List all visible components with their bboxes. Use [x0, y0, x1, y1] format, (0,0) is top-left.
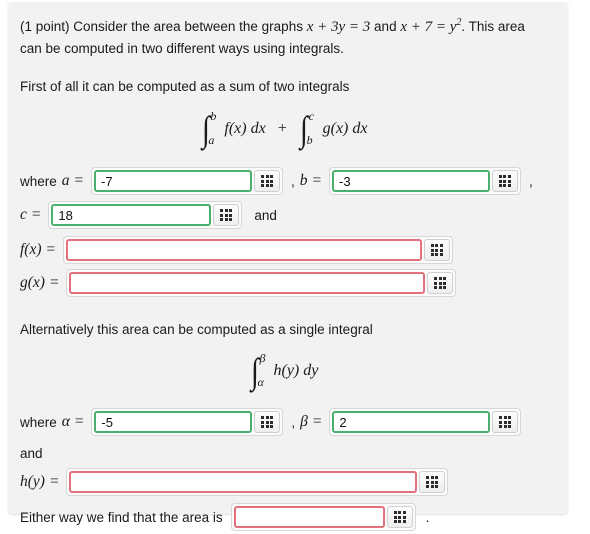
integral-single-integrand: h(y) dy	[273, 362, 319, 379]
answer-group-b[interactable]	[328, 167, 521, 195]
graph-equation-2-base: x + 7 = y	[400, 19, 457, 35]
keypad-icon	[220, 209, 233, 221]
and-label-c: and	[254, 207, 277, 223]
comma-after-b: ,	[528, 173, 533, 189]
keypad-button-fx[interactable]	[423, 239, 450, 261]
comma-after-alpha: ,	[291, 414, 296, 430]
final-text: Either way we find that the area is	[20, 509, 223, 525]
label-a: a	[61, 172, 70, 189]
comma-after-a: ,	[291, 173, 295, 189]
integral-first-integrand: f(x) dx	[224, 120, 266, 137]
integral-single: ∫ β α h(y) dy	[250, 351, 319, 389]
screenshot-root: (1 point) Consider the area between the …	[0, 0, 590, 534]
answer-group-fx[interactable]	[62, 236, 453, 264]
graph-equation-2: x + 7 = y2	[400, 17, 461, 35]
integral-first: ∫ b a f(x) dx	[201, 109, 266, 147]
equals-fx: =	[45, 241, 56, 258]
where-label-alpha: where	[20, 414, 57, 430]
equals-b: =	[311, 172, 322, 189]
keypad-icon	[434, 277, 447, 289]
input-beta[interactable]	[332, 411, 491, 433]
row-gx: g(x) =	[20, 269, 558, 297]
label-c: c	[20, 206, 27, 223]
input-a[interactable]	[94, 170, 252, 192]
integral-second-lower: b	[306, 133, 313, 147]
row-hy: h(y) =	[20, 468, 558, 496]
equals-alpha: =	[73, 413, 85, 430]
keypad-icon	[499, 416, 512, 428]
answer-group-area[interactable]	[230, 503, 416, 531]
input-alpha[interactable]	[94, 411, 253, 433]
keypad-icon	[261, 175, 273, 187]
integral-sum-expression: ∫ b a f(x) dx + ∫ c b g(x) dx	[10, 109, 558, 147]
label-alpha: α	[61, 413, 70, 430]
integral-second-upper: c	[308, 109, 314, 123]
keypad-button-beta[interactable]	[492, 411, 519, 433]
label-hy: h(y)	[20, 473, 45, 490]
keypad-button-b[interactable]	[491, 170, 518, 192]
equals-gx: =	[48, 274, 60, 291]
integral-plus-operator: +	[277, 120, 287, 137]
label-b: b	[299, 172, 308, 189]
intro-and: and	[374, 19, 397, 34]
input-b[interactable]	[331, 170, 490, 192]
integral-single-expression: ∫ β α h(y) dy	[10, 351, 558, 389]
problem-statement: (1 point) Consider the area between the …	[20, 12, 540, 59]
answer-group-a[interactable]	[91, 167, 283, 195]
label-beta: β	[300, 413, 308, 430]
answer-group-gx[interactable]	[66, 269, 457, 297]
keypad-icon	[430, 244, 443, 256]
graph-equation-1: x + 3y = 3	[306, 19, 371, 35]
period-after-area: .	[425, 509, 430, 525]
equals-beta: =	[311, 413, 323, 430]
row-fx: f(x) =	[20, 236, 558, 264]
input-fx[interactable]	[65, 239, 422, 261]
problem-content: (1 point) Consider the area between the …	[20, 12, 558, 531]
keypad-icon	[426, 476, 439, 488]
keypad-button-gx[interactable]	[427, 272, 454, 294]
integral-second: ∫ c b g(x) dx	[299, 109, 368, 147]
integral-single-limits: βα	[257, 351, 270, 389]
row-area: Either way we find that the area is .	[20, 503, 558, 531]
label-gx: g(x)	[20, 274, 45, 291]
answer-group-alpha[interactable]	[91, 408, 284, 436]
integral-single-lower: α	[257, 375, 264, 389]
keypad-icon	[261, 416, 274, 428]
integral-second-limits: cb	[306, 109, 319, 147]
answer-group-hy[interactable]	[66, 468, 449, 496]
points-label: (1 point)	[20, 19, 70, 34]
single-integral-text: Alternatively this area can be computed …	[20, 322, 373, 337]
keypad-icon	[393, 511, 406, 523]
equals-a: =	[73, 172, 84, 189]
row-a-b: where a = , b = ,	[20, 167, 558, 195]
keypad-button-hy[interactable]	[419, 471, 446, 493]
keypad-icon	[498, 175, 511, 187]
keypad-button-area[interactable]	[386, 506, 413, 528]
sum-of-integrals-text: First of all it can be computed as a sum…	[20, 79, 350, 94]
integral-single-upper: β	[259, 351, 266, 365]
problem-panel: (1 point) Consider the area between the …	[8, 2, 568, 531]
intro-prefix: Consider the area between the graphs	[73, 19, 303, 34]
equals-c: =	[30, 206, 42, 223]
row-c: c = and	[20, 201, 558, 229]
label-fx: f(x)	[20, 241, 42, 258]
integral-second-integrand: g(x) dx	[322, 120, 368, 137]
row-alpha-beta: where α = , β =	[20, 408, 558, 436]
and-label-hy: and	[20, 446, 43, 461]
input-gx[interactable]	[69, 272, 426, 294]
equals-hy: =	[48, 473, 60, 490]
input-c[interactable]	[51, 204, 212, 226]
input-area[interactable]	[233, 506, 385, 528]
integral-first-limits: ba	[208, 109, 220, 147]
answer-group-c[interactable]	[48, 201, 243, 229]
keypad-button-alpha[interactable]	[254, 411, 281, 433]
answer-group-beta[interactable]	[329, 408, 522, 436]
keypad-button-a[interactable]	[254, 170, 280, 192]
integral-first-upper: b	[210, 109, 217, 123]
integral-first-lower: a	[208, 133, 215, 147]
keypad-button-c[interactable]	[213, 204, 240, 226]
where-label-ab: where	[20, 173, 57, 189]
input-hy[interactable]	[69, 471, 418, 493]
